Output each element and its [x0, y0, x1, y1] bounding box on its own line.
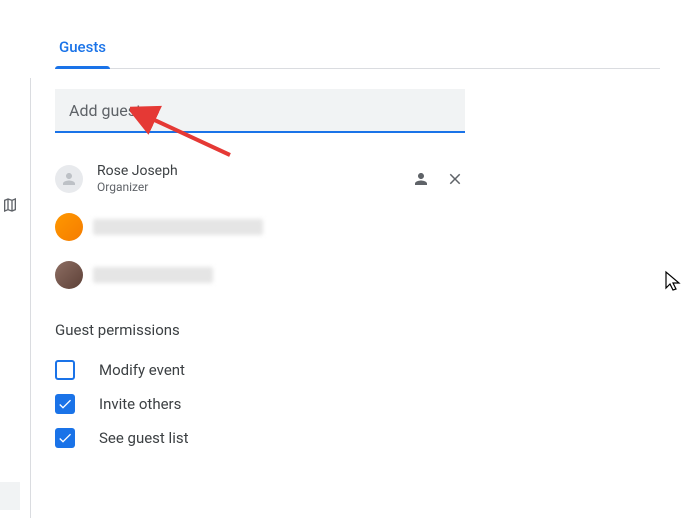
- guest-row-organizer[interactable]: Rose Joseph Organizer: [55, 157, 465, 201]
- checkbox-unchecked-icon: [55, 360, 75, 380]
- tab-guests-label: Guests: [59, 38, 106, 56]
- permission-invite-others[interactable]: Invite others: [55, 387, 660, 421]
- guest-role: Organizer: [97, 180, 411, 196]
- checkbox-checked-icon: [55, 428, 75, 448]
- redacted-guest-text: [93, 267, 213, 283]
- cursor-icon: [664, 270, 682, 292]
- map-icon-stub: [0, 190, 20, 220]
- permission-label: Invite others: [99, 395, 181, 413]
- checkbox-checked-icon: [55, 394, 75, 414]
- tab-guests[interactable]: Guests: [55, 30, 110, 68]
- guest-permissions-section: Guest permissions Modify event Invite ot…: [55, 321, 660, 455]
- permission-label: See guest list: [99, 429, 189, 447]
- left-bottom-stub: [0, 482, 20, 510]
- avatar: [55, 261, 83, 289]
- avatar: [55, 213, 83, 241]
- permissions-title: Guest permissions: [55, 321, 660, 339]
- guest-actions: [411, 169, 465, 189]
- guest-row-redacted[interactable]: [55, 205, 465, 249]
- mark-optional-icon[interactable]: [411, 169, 431, 189]
- guest-name: Rose Joseph: [97, 162, 411, 180]
- guest-row-redacted[interactable]: [55, 253, 465, 297]
- tabs-row: Guests: [55, 30, 660, 69]
- guest-info: [97, 267, 465, 283]
- permission-see-guest-list[interactable]: See guest list: [55, 421, 660, 455]
- add-guests-field-wrapper: [55, 89, 465, 133]
- add-guests-input[interactable]: [55, 89, 465, 133]
- remove-guest-icon[interactable]: [445, 169, 465, 189]
- avatar: [55, 165, 83, 193]
- vertical-divider: [30, 78, 31, 518]
- guest-info: Rose Joseph Organizer: [97, 162, 411, 196]
- guest-info: [97, 219, 465, 235]
- redacted-guest-text: [93, 219, 263, 235]
- guest-list: Rose Joseph Organizer: [55, 157, 465, 297]
- tab-underline: [55, 66, 110, 69]
- permission-modify-event[interactable]: Modify event: [55, 353, 660, 387]
- permission-label: Modify event: [99, 361, 185, 379]
